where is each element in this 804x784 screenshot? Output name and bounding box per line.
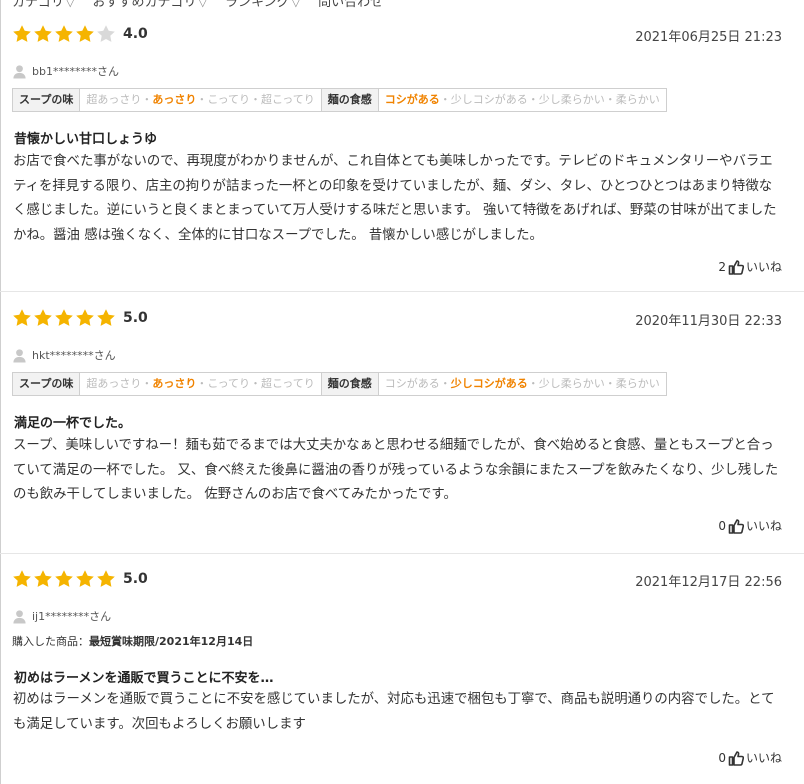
chevron-down-icon: ▽: [198, 0, 207, 9]
star-filled-icon: [34, 25, 52, 42]
taste-options: 超あっさり・あっさり・こってり・超こってり: [80, 373, 322, 395]
star-rating: 5.0: [12, 308, 148, 328]
chevron-down-icon: ▽: [66, 0, 75, 9]
star-filled-icon: [55, 570, 73, 587]
taste-option: コシがある: [384, 377, 440, 390]
reviewer-name: bb1********さん: [32, 65, 119, 78]
like-count: 2: [718, 259, 726, 274]
star-filled-icon: [13, 309, 31, 326]
review-title: 初めはラーメンを通販で買うことに不安を…: [14, 671, 274, 686]
user-icon: [13, 609, 26, 624]
like-button[interactable]: 2 いいね: [718, 258, 782, 275]
taste-option: 少し柔らかい: [538, 93, 605, 106]
taste-option-selected: あっさり: [152, 93, 197, 106]
user-icon: [13, 348, 26, 363]
star-filled-icon: [34, 570, 52, 587]
taste-option: 柔らかい: [615, 93, 660, 106]
review-date: 2021年06月25日 21:23: [635, 30, 782, 45]
nav-item-category[interactable]: カテゴリ ▽: [12, 0, 74, 11]
taste-option: 少し柔らかい: [538, 377, 605, 390]
star-filled-icon: [55, 309, 73, 326]
reviewer: hkt********さん: [12, 347, 116, 363]
purchased-product: 購入した商品：最短賞味期限/2021年12月14日: [12, 633, 253, 649]
taste-label: 麺の食感: [321, 373, 379, 395]
taste-option: 超こってり: [261, 377, 315, 390]
taste-label: 麺の食感: [321, 89, 379, 111]
taste-options: 超あっさり・あっさり・こってり・超こってり: [80, 89, 322, 111]
taste-option: 柔らかい: [615, 377, 660, 390]
taste-option-selected: あっさり: [152, 377, 197, 390]
taste-options: コシがある・少しコシがある・少し柔らかい・柔らかい: [384, 377, 660, 390]
review-title: 昔懐かしい甘口しょうゆ: [14, 132, 158, 147]
nav-item-recommended-category[interactable]: おすすめカテゴリ ▽: [92, 0, 206, 11]
review-title: 満足の一杯でした。: [14, 416, 132, 431]
thumbs-up-icon: [728, 518, 744, 534]
reviewer-name: ij1********さん: [32, 610, 112, 623]
review-item: 4.0 2021年06月25日 21:23 bb1********さん スープの…: [0, 18, 804, 292]
like-label: いいね: [745, 519, 782, 533]
taste-option: 超こってり: [261, 93, 315, 106]
taste-option: 少しコシがある: [450, 93, 528, 106]
rating-score: 5.0: [123, 571, 148, 587]
like-count: 0: [718, 750, 726, 765]
thumbs-up-icon: [728, 750, 744, 766]
star-filled-icon: [76, 25, 94, 42]
taste-options: コシがある・少しコシがある・少し柔らかい・柔らかい: [384, 93, 660, 106]
taste-ratings: スープの味 超あっさり・あっさり・こってり・超こってり 麺の食感 コシがある・少しコシ…: [12, 88, 667, 112]
like-button[interactable]: 0 いいね: [718, 517, 782, 534]
chevron-down-icon: ▽: [291, 0, 301, 9]
reviewer: ij1********さん: [12, 608, 111, 624]
purchased-value: 最短賞味期限/2021年12月14日: [89, 635, 254, 648]
taste-option: こってり: [207, 93, 251, 106]
nav-item-inquiry[interactable]: 問い合わせ: [318, 0, 383, 11]
star-filled-icon: [76, 570, 94, 587]
purchased-label: 購入した商品：: [12, 635, 89, 648]
star-rating: 4.0: [12, 24, 148, 44]
taste-label: スープの味: [13, 373, 81, 395]
star-filled-icon: [55, 25, 73, 42]
like-label: いいね: [745, 260, 782, 274]
star-filled-icon: [34, 309, 52, 326]
rating-score: 4.0: [123, 26, 148, 42]
star-filled-icon: [97, 309, 115, 326]
review-date: 2020年11月30日 22:33: [635, 314, 782, 329]
review-body: お店で食べた事がないので、再現度がわかりませんが、これ自体とても美味しかったです…: [13, 154, 777, 243]
top-navigation: カテゴリ ▽ おすすめカテゴリ ▽ ランキング ▽ 問い合わせ: [0, 0, 804, 11]
review-item: 5.0 2020年11月30日 22:33 hkt********さん スープの…: [0, 302, 804, 554]
taste-option: こってり: [207, 377, 251, 390]
taste-option-selected: 少しコシがある: [450, 377, 528, 390]
review-body: 初めはラーメンを通販で買うことに不安を感じていましたが、対応も迅速で梱包も丁寧で…: [13, 692, 775, 732]
user-icon: [13, 64, 26, 79]
taste-option: 超あっさり: [86, 93, 142, 106]
taste-ratings: スープの味 超あっさり・あっさり・こってり・超こってり 麺の食感 コシがある・少しコシ…: [12, 372, 667, 396]
review-item: 5.0 2021年12月17日 22:56 ij1********さん 購入した…: [0, 563, 804, 784]
review-body: スープ、美味しいですねー！麺も茹でるまでは大丈夫かなぁと思わせる細麺でしたが、食…: [13, 438, 779, 502]
review-date: 2021年12月17日 22:56: [635, 575, 782, 590]
like-label: いいね: [745, 751, 782, 765]
reviewer-name: hkt********さん: [32, 349, 116, 362]
star-empty-icon: [97, 25, 115, 42]
taste-option: 超あっさり: [86, 377, 142, 390]
like-button[interactable]: 0 いいね: [718, 749, 782, 766]
nav-item-ranking[interactable]: ランキング ▽: [225, 0, 300, 11]
star-filled-icon: [76, 309, 94, 326]
taste-label: スープの味: [13, 89, 81, 111]
rating-score: 5.0: [123, 310, 148, 326]
star-filled-icon: [13, 25, 31, 42]
star-filled-icon: [97, 570, 115, 587]
reviewer: bb1********さん: [12, 63, 119, 79]
taste-option-selected: コシがある: [384, 93, 440, 106]
thumbs-up-icon: [728, 259, 744, 275]
like-count: 0: [718, 518, 726, 533]
star-filled-icon: [13, 570, 31, 587]
star-rating: 5.0: [12, 569, 148, 589]
